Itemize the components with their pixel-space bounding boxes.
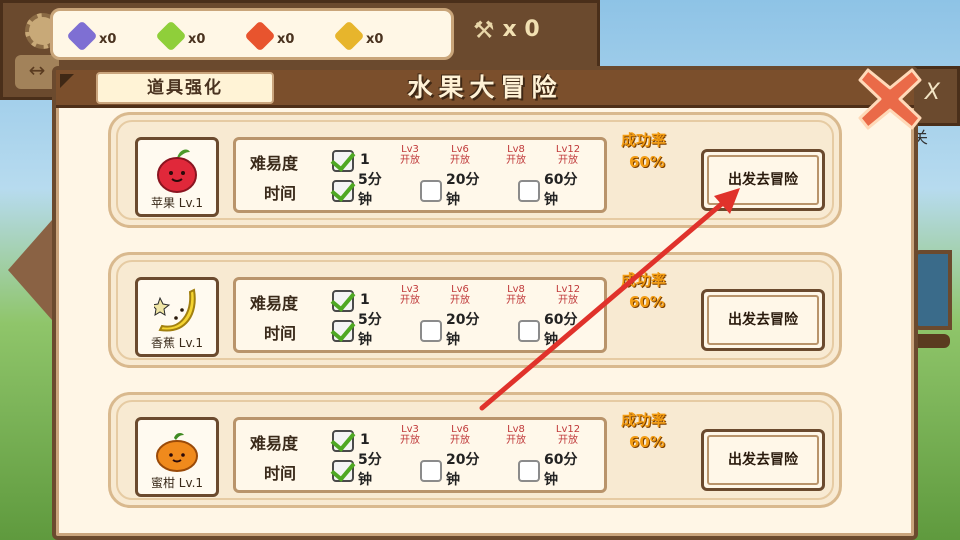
unlock-level-tag: Lv3 开放 (400, 144, 420, 166)
time-option-5min: 5分钟 (358, 172, 382, 208)
unlock-level-tag: Lv3 开放 (400, 424, 420, 446)
green-gem-icon (155, 19, 187, 52)
unlock-level-tag: Lv8 开放 (506, 424, 526, 446)
fruit-card: 苹果 Lv.1 (135, 137, 219, 217)
time-option-20min: 20分钟 (446, 172, 480, 208)
background-orb-icon (912, 250, 952, 330)
close-button[interactable] (858, 66, 922, 132)
unlock-level-tag: Lv12 开放 (555, 284, 581, 306)
time-option-60min: 60分钟 (544, 312, 578, 348)
success-rate-label: 成功率 (621, 271, 667, 289)
time-label: 时间 (264, 464, 297, 483)
start-adventure-button[interactable]: 出发去冒险 (701, 149, 825, 211)
time-checkbox-5min[interactable] (332, 320, 354, 342)
time-checkbox-5min[interactable] (332, 180, 354, 202)
difficulty-checkbox[interactable] (332, 150, 354, 172)
wrench-icon: ⚒ (473, 16, 495, 44)
adventure-row-banana: 香蕉 Lv.1 难易度 时间 1 5分钟 Lv3 开放 20分钟 Lv6 开放 Lv… (108, 252, 842, 368)
close-x-icon (858, 68, 922, 130)
fruit-name: 苹果 Lv.1 (150, 196, 204, 210)
adventure-settings: 难易度 时间 1 5分钟 Lv3 开放 20分钟 Lv6 开放 Lv8 开放 60分钟… (233, 137, 607, 213)
time-checkbox-60min[interactable] (518, 320, 540, 342)
difficulty-value: 1 (360, 292, 370, 308)
success-rate-value: 60% (629, 433, 665, 451)
difficulty-label: 难易度 (250, 294, 299, 313)
tool-count-value: x 0 (502, 17, 540, 42)
time-checkbox-20min[interactable] (420, 180, 442, 202)
purple-gem-icon (66, 19, 98, 52)
time-option-60min: 60分钟 (544, 172, 578, 208)
resource-count: x0 (277, 31, 295, 47)
time-label: 时间 (264, 184, 297, 203)
resource-item: x0 (155, 19, 249, 52)
resource-bar: x0 x0 x0 x0 (50, 8, 454, 60)
unlock-level-tag: Lv6 开放 (450, 424, 470, 446)
background-close-label: X (924, 80, 940, 105)
resource-count: x0 (99, 31, 117, 47)
success-rate-label: 成功率 (621, 411, 667, 429)
adventure-settings: 难易度 时间 1 5分钟 Lv3 开放 20分钟 Lv6 开放 Lv8 开放 60分钟… (233, 417, 607, 493)
difficulty-checkbox[interactable] (332, 290, 354, 312)
difficulty-label: 难易度 (250, 154, 299, 173)
apple-icon (138, 146, 216, 194)
difficulty-value: 1 (360, 152, 370, 168)
time-label: 时间 (264, 324, 297, 343)
unlock-level-tag: Lv12 开放 (555, 424, 581, 446)
fruit-card: 蜜柑 Lv.1 (135, 417, 219, 497)
success-rate-label: 成功率 (621, 131, 667, 149)
red-gem-icon (244, 19, 276, 52)
banana-icon (138, 286, 216, 334)
time-option-20min: 20分钟 (446, 452, 480, 488)
time-checkbox-60min[interactable] (518, 460, 540, 482)
resource-item: x0 (244, 19, 338, 52)
unlock-level-tag: Lv6 开放 (450, 144, 470, 166)
time-option-5min: 5分钟 (358, 452, 382, 488)
difficulty-checkbox[interactable] (332, 430, 354, 452)
unlock-level-tag: Lv8 开放 (506, 144, 526, 166)
dialog-title: 水果大冒险 (407, 73, 563, 102)
resource-item: x0 (333, 19, 427, 52)
resource-count: x0 (366, 31, 384, 47)
success-rate-value: 60% (629, 153, 665, 171)
time-checkbox-60min[interactable] (518, 180, 540, 202)
time-option-5min: 5分钟 (358, 312, 382, 348)
time-option-20min: 20分钟 (446, 312, 480, 348)
background-left-arrow-icon (8, 220, 52, 320)
difficulty-value: 1 (360, 432, 370, 448)
adventure-row-apple: 苹果 Lv.1 难易度 时间 1 5分钟 Lv3 开放 20分钟 Lv6 开放 Lv… (108, 112, 842, 228)
fruit-card: 香蕉 Lv.1 (135, 277, 219, 357)
dialog-header: 道具强化 水果大冒险 (56, 70, 914, 108)
tool-counter: ⚒ x 0 (473, 13, 593, 47)
gold-gem-icon (333, 19, 365, 52)
adventure-row-mandarin: 蜜柑 Lv.1 难易度 时间 1 5分钟 Lv3 开放 20分钟 Lv6 开放 Lv… (108, 392, 842, 508)
fruit-name: 香蕉 Lv.1 (150, 336, 204, 350)
time-checkbox-20min[interactable] (420, 320, 442, 342)
time-checkbox-20min[interactable] (420, 460, 442, 482)
adventure-settings: 难易度 时间 1 5分钟 Lv3 开放 20分钟 Lv6 开放 Lv8 开放 60分钟… (233, 277, 607, 353)
unlock-level-tag: Lv3 开放 (400, 284, 420, 306)
mandarin-icon (138, 426, 216, 474)
time-option-60min: 60分钟 (544, 452, 578, 488)
unlock-level-tag: Lv6 开放 (450, 284, 470, 306)
success-rate-value: 60% (629, 293, 665, 311)
resource-count: x0 (188, 31, 206, 47)
start-adventure-button[interactable]: 出发去冒险 (701, 289, 825, 351)
difficulty-label: 难易度 (250, 434, 299, 453)
start-adventure-button[interactable]: 出发去冒险 (701, 429, 825, 491)
time-checkbox-5min[interactable] (332, 460, 354, 482)
unlock-level-tag: Lv8 开放 (506, 284, 526, 306)
fruit-name: 蜜柑 Lv.1 (150, 476, 204, 490)
resource-item: x0 (66, 19, 160, 52)
unlock-level-tag: Lv12 开放 (555, 144, 581, 166)
